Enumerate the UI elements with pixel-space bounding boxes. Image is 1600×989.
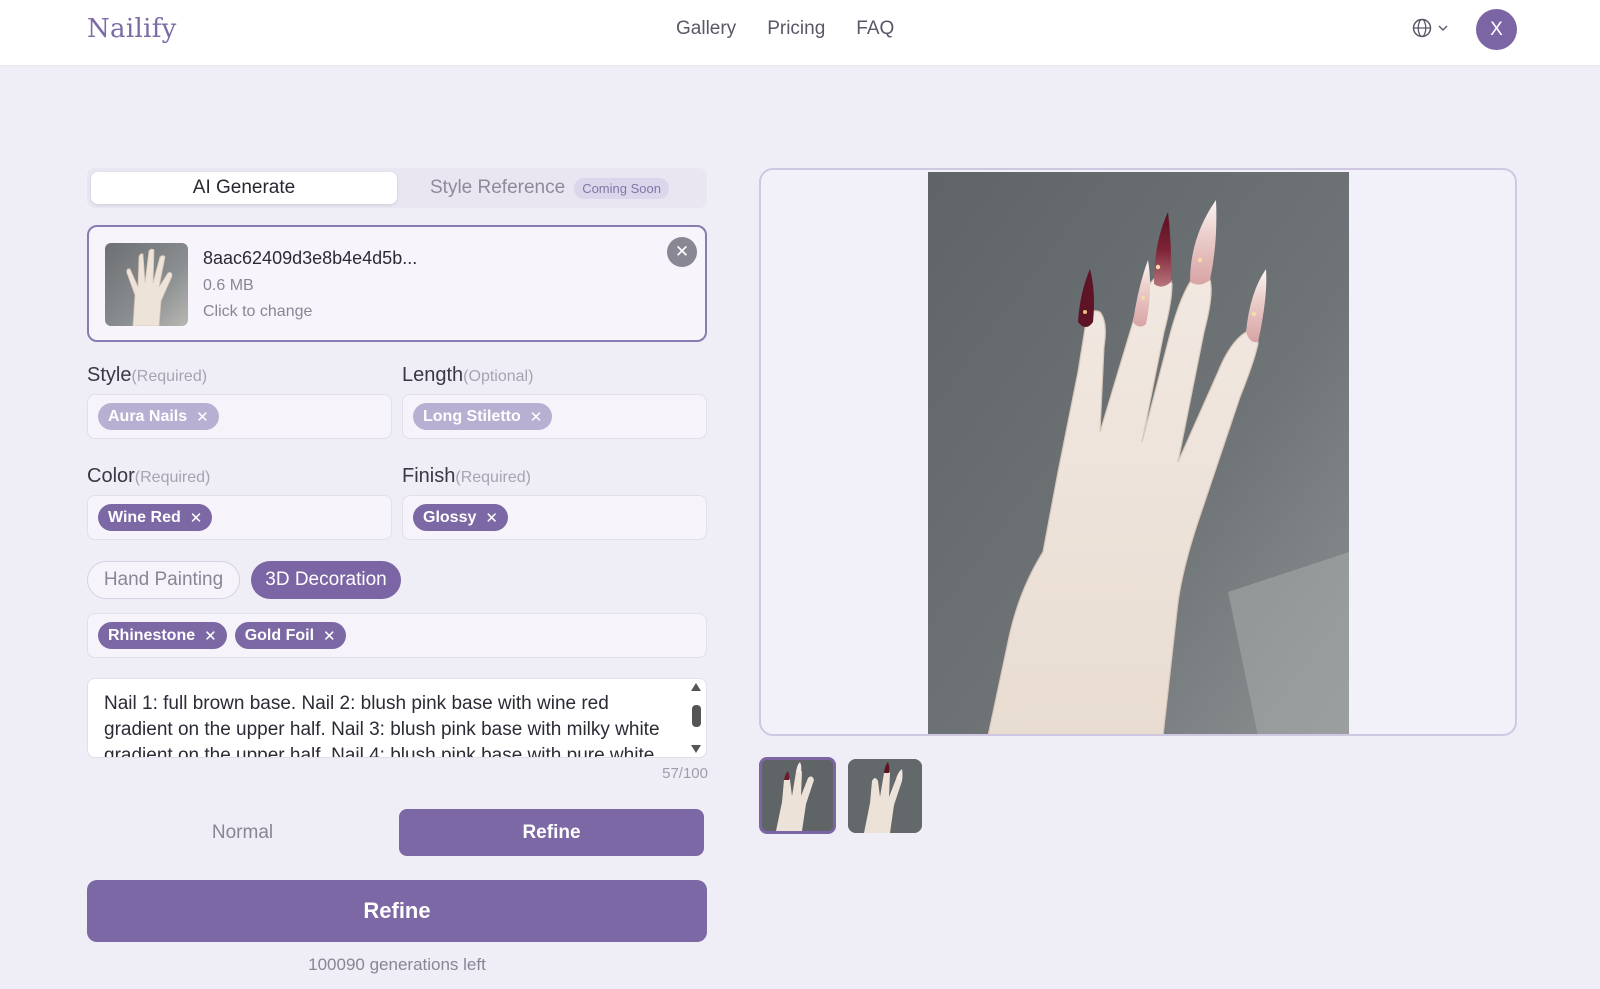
character-counter: 57/100	[662, 765, 708, 782]
scroll-up-arrow-icon[interactable]	[691, 683, 701, 691]
remove-chip-icon[interactable]: ✕	[485, 509, 498, 527]
mode-tabs: AI Generate Style Reference Coming Soon	[87, 168, 707, 208]
chip-finish: Glossy ✕	[413, 504, 508, 531]
style-hint: (Required)	[131, 368, 208, 385]
length-select[interactable]: Long Stiletto ✕	[402, 394, 707, 439]
close-icon: ✕	[674, 242, 690, 261]
result-thumbnail-1[interactable]	[759, 757, 836, 834]
tab-style-reference[interactable]: Style Reference Coming Soon	[430, 172, 669, 204]
chip-style: Aura Nails ✕	[98, 403, 219, 430]
3d-decoration-toggle[interactable]: 3D Decoration	[251, 561, 401, 599]
finish-label: Finish(Required)	[402, 465, 531, 488]
finish-hint: (Required)	[455, 469, 531, 486]
mode-normal-option[interactable]: Normal	[90, 809, 395, 856]
style-select[interactable]: Aura Nails ✕	[87, 394, 392, 439]
scroll-thumb[interactable]	[692, 705, 701, 727]
generated-nails-image	[928, 172, 1349, 734]
remove-chip-icon[interactable]: ✕	[530, 408, 543, 426]
globe-icon	[1412, 18, 1432, 38]
tab-ai-generate[interactable]: AI Generate	[91, 172, 397, 204]
result-thumbnail-2[interactable]	[848, 759, 922, 833]
remove-chip-icon[interactable]: ✕	[204, 627, 217, 645]
prompt-scrollbar[interactable]	[688, 681, 704, 755]
chip-color: Wine Red ✕	[98, 504, 213, 531]
logo[interactable]: Nailify	[87, 14, 177, 44]
top-header: Nailify Gallery Pricing FAQ X	[0, 0, 1600, 66]
chip-length-label: Long Stiletto	[423, 407, 521, 425]
remove-chip-icon[interactable]: ✕	[196, 408, 209, 426]
uploaded-hand-thumbnail	[105, 243, 188, 326]
chip-decoration-label: Rhinestone	[108, 626, 196, 644]
chip-style-label: Aura Nails	[108, 407, 188, 425]
chip-color-label: Wine Red	[108, 508, 181, 526]
result-thumbnails	[759, 757, 922, 834]
style-label: Style(Required)	[87, 364, 207, 387]
color-hint: (Required)	[134, 469, 211, 486]
chip-decoration-label: Gold Foil	[244, 626, 315, 644]
chip-finish-label: Glossy	[423, 508, 477, 526]
chip-decoration: Gold Foil ✕	[234, 622, 346, 649]
remove-chip-icon[interactable]: ✕	[323, 627, 336, 645]
color-label: Color(Required)	[87, 465, 210, 488]
file-name: 8aac62409d3e8b4e4d5b...	[203, 248, 418, 268]
hand-painting-toggle[interactable]: Hand Painting	[87, 561, 240, 599]
finish-select[interactable]: Glossy ✕	[402, 495, 707, 540]
chip-decoration: Rhinestone ✕	[98, 622, 227, 649]
file-size: 0.6 MB	[203, 277, 254, 294]
nav-link-gallery[interactable]: Gallery	[676, 18, 736, 40]
language-selector[interactable]	[1412, 18, 1448, 38]
nav-link-pricing[interactable]: Pricing	[767, 18, 825, 40]
chevron-down-icon	[1438, 25, 1448, 31]
result-preview-panel	[759, 168, 1517, 736]
mode-refine-option[interactable]: Refine	[399, 809, 704, 856]
decoration-select[interactable]: Rhinestone ✕ Gold Foil ✕	[87, 613, 707, 658]
generations-left-text: 100090 generations left	[308, 955, 486, 974]
scroll-down-arrow-icon[interactable]	[691, 745, 701, 753]
finish-label-text: Finish	[402, 465, 456, 487]
refine-submit-button[interactable]: Refine	[87, 880, 707, 942]
remove-image-button[interactable]: ✕	[667, 237, 697, 267]
color-select[interactable]: Wine Red ✕	[87, 495, 392, 540]
uploaded-image-card[interactable]: 8aac62409d3e8b4e4d5b... 0.6 MB Click to …	[87, 225, 707, 342]
color-label-text: Color	[87, 465, 135, 487]
length-hint: (Optional)	[463, 368, 534, 385]
length-label-text: Length	[402, 364, 464, 386]
tab-style-reference-label: Style Reference	[430, 177, 566, 198]
style-label-text: Style	[87, 364, 132, 386]
prompt-textarea[interactable]: Nail 1: full brown base. Nail 2: blush p…	[87, 678, 707, 758]
user-avatar[interactable]: X	[1476, 9, 1517, 50]
main-nav: Gallery Pricing FAQ	[676, 18, 894, 40]
prompt-text: Nail 1: full brown base. Nail 2: blush p…	[104, 693, 660, 758]
coming-soon-badge: Coming Soon	[574, 177, 669, 199]
remove-chip-icon[interactable]: ✕	[190, 509, 203, 527]
change-file-link[interactable]: Click to change	[203, 303, 312, 321]
nav-link-faq[interactable]: FAQ	[856, 18, 894, 40]
length-label: Length(Optional)	[402, 364, 533, 387]
chip-length: Long Stiletto ✕	[413, 403, 553, 430]
